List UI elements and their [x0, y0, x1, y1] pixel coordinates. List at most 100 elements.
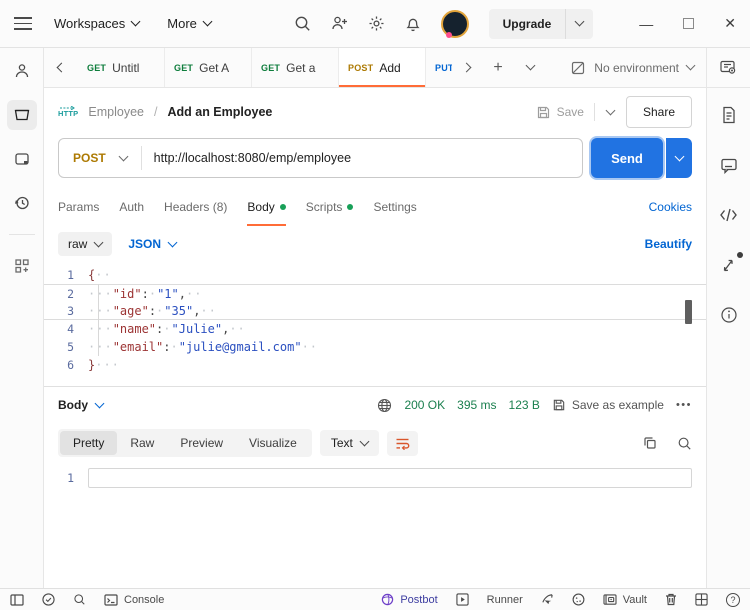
beautify-link[interactable]: Beautify — [645, 237, 692, 251]
sidebar-item-history[interactable] — [7, 188, 37, 218]
more-menu[interactable]: More — [167, 16, 213, 31]
invite-user-icon[interactable] — [331, 15, 348, 32]
tabs-scroll-right-button[interactable] — [452, 54, 480, 82]
view-preview[interactable]: Preview — [167, 431, 236, 455]
cookies-link[interactable]: Cookies — [649, 200, 692, 214]
help-button[interactable]: ? — [726, 592, 740, 607]
main-menu-icon[interactable] — [14, 17, 32, 30]
code-line[interactable]: 4 ···"name":·"Julie",·· — [44, 320, 706, 338]
upgrade-caret[interactable] — [566, 16, 593, 27]
send-options-caret[interactable] — [666, 138, 692, 178]
response-panel: Body 200 OK 395 ms 123 B Save as example — [44, 386, 706, 588]
network-globe-icon[interactable] — [377, 398, 392, 413]
code-line[interactable]: 6}··· — [44, 356, 706, 374]
comments-panel-button[interactable] — [714, 150, 744, 180]
breadcrumb-collection[interactable]: Employee — [88, 105, 144, 119]
editor-scrollbar[interactable] — [685, 300, 692, 324]
code-line[interactable]: 1 {·· — [44, 266, 706, 284]
copy-response-icon[interactable] — [643, 436, 657, 450]
body-mode-selector[interactable]: raw — [58, 232, 113, 256]
response-body-editor[interactable]: 1 — [44, 463, 706, 588]
search-icon[interactable] — [294, 15, 311, 32]
code-line[interactable]: 2 ···"id":·"1",·· — [44, 284, 706, 302]
response-size[interactable]: 123 B — [509, 398, 540, 412]
request-tab-5[interactable]: PUT — [426, 48, 452, 87]
save-floppy-icon — [537, 106, 549, 118]
tab-label: Add — [379, 60, 401, 75]
response-status-badge[interactable]: 200 OK — [404, 398, 445, 412]
code-snippet-button[interactable] — [714, 200, 744, 230]
sidebar-item-environments[interactable] — [7, 144, 37, 174]
sidebar-item-user[interactable] — [7, 56, 37, 86]
cookies-jar-button[interactable] — [572, 593, 585, 606]
response-more-options[interactable]: ••• — [676, 399, 692, 411]
response-time[interactable]: 395 ms — [457, 398, 496, 412]
runner-label[interactable]: Runner — [487, 594, 523, 606]
status-bar: Console Postbot Runner Vault ? — [0, 588, 750, 610]
view-visualize[interactable]: Visualize — [236, 431, 310, 455]
request-tab-4-active[interactable]: POST Add — [339, 48, 426, 87]
find-button[interactable] — [73, 593, 86, 606]
save-floppy-icon — [553, 399, 565, 411]
environments-icon — [14, 153, 29, 165]
request-tab-2[interactable]: GET Get A — [165, 48, 252, 87]
split-panes-button[interactable] — [695, 593, 708, 606]
window-minimize-button[interactable]: — — [639, 16, 653, 32]
environment-selector[interactable]: No environment — [558, 48, 706, 87]
view-pretty[interactable]: Pretty — [60, 431, 118, 455]
url-input[interactable]: http://localhost:8080/emp/employee — [142, 151, 582, 165]
method-selector[interactable]: POST — [59, 151, 141, 165]
collections-icon — [14, 109, 29, 121]
search-response-icon[interactable] — [677, 436, 692, 451]
tab-params[interactable]: Params — [58, 188, 99, 226]
body-language-selector[interactable]: JSON — [128, 237, 178, 251]
tab-options-caret[interactable] — [516, 54, 544, 82]
tab-scripts[interactable]: Scripts — [306, 188, 354, 226]
new-tab-button[interactable]: + — [484, 54, 512, 82]
sync-status-button[interactable] — [42, 593, 55, 606]
wrap-lines-button[interactable] — [386, 430, 418, 456]
window-maximize-button[interactable] — [683, 16, 695, 32]
save-options-caret[interactable] — [605, 105, 616, 115]
toggle-sidebar-button[interactable] — [10, 593, 24, 606]
user-avatar[interactable] — [440, 9, 469, 38]
window-close-button[interactable]: ✕ — [724, 15, 736, 32]
code-line[interactable]: 3 ···"age":·"35",·· — [44, 302, 706, 320]
code-line[interactable]: 5 ···"email":·"julie@gmail.com"·· — [44, 338, 706, 356]
save-button[interactable]: Save — [536, 105, 584, 120]
request-tab-3[interactable]: GET Get a — [252, 48, 339, 87]
modified-dot — [279, 204, 286, 210]
vault-button[interactable]: Vault — [603, 594, 647, 606]
notifications-bell-icon[interactable] — [405, 15, 421, 32]
request-tab-1[interactable]: GET Untitl — [78, 48, 165, 87]
workspaces-menu[interactable]: Workspaces — [54, 16, 141, 31]
tab-headers[interactable]: Headers (8) — [164, 188, 227, 226]
documentation-panel-button[interactable] — [714, 100, 744, 130]
tabs-scroll-left-button[interactable] — [44, 48, 78, 87]
response-empty-line[interactable] — [88, 468, 692, 488]
send-button[interactable]: Send — [591, 138, 663, 178]
settings-gear-icon[interactable] — [368, 15, 385, 32]
share-button[interactable]: Share — [625, 96, 692, 128]
view-raw[interactable]: Raw — [117, 431, 167, 455]
related-requests-button[interactable] — [714, 250, 744, 280]
request-body-editor[interactable]: 1 {·· 2 ···"id":·"1",·· 3 ···"age":·"35",·· 4 ·… — [44, 262, 706, 386]
modified-dot — [347, 204, 354, 210]
tab-settings[interactable]: Settings — [373, 188, 416, 226]
environment-quick-look[interactable] — [714, 53, 744, 83]
trash-button[interactable] — [665, 593, 677, 606]
breadcrumb-request-name[interactable]: Add an Employee — [167, 105, 272, 119]
runner-button[interactable] — [456, 593, 469, 606]
tab-body[interactable]: Body — [247, 188, 287, 226]
console-button[interactable]: Console — [104, 594, 164, 606]
response-format-selector[interactable]: Text — [319, 430, 379, 456]
sidebar-item-collections[interactable] — [6, 100, 37, 130]
sidebar-item-new-import[interactable] — [7, 251, 37, 281]
response-body-selector[interactable]: Body — [58, 398, 105, 412]
upgrade-button[interactable]: Upgrade — [488, 8, 594, 39]
capture-requests-button[interactable] — [541, 593, 554, 606]
save-as-example-button[interactable]: Save as example — [552, 398, 664, 412]
info-panel-button[interactable] — [714, 300, 744, 330]
postbot-button[interactable]: Postbot — [381, 593, 438, 606]
tab-auth[interactable]: Auth — [119, 188, 144, 226]
